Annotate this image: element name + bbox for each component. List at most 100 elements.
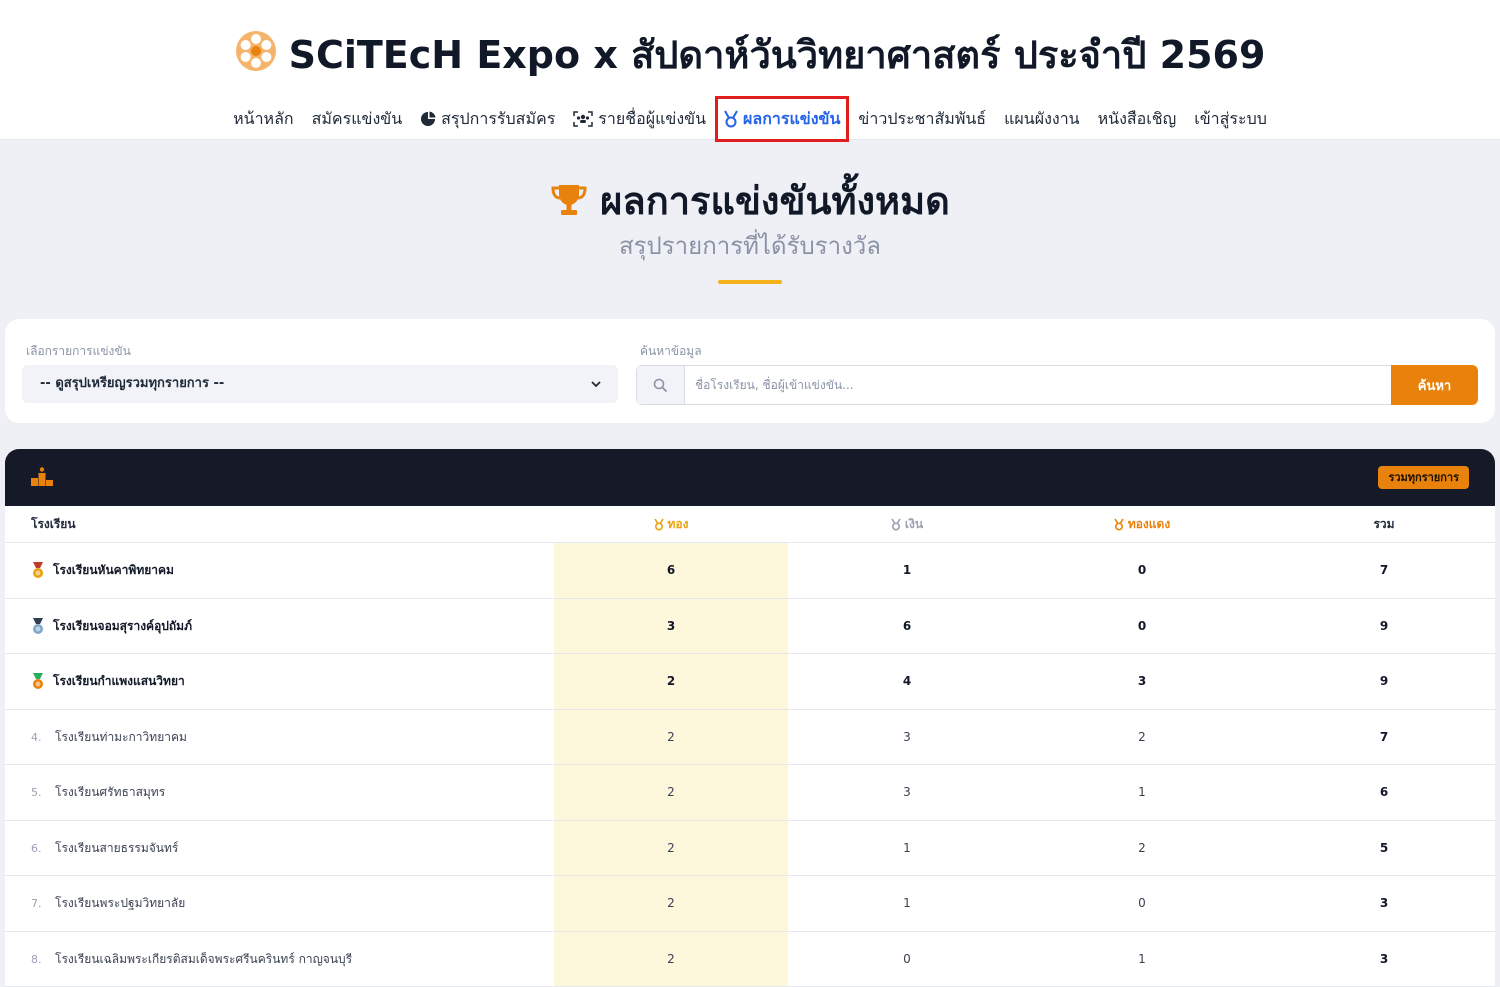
table-row: โรงเรียนหันคาพิทยาคม 6 1 0 7	[5, 543, 1495, 599]
filter-card: เลือกรายการแข่งขัน -- ดูสรุปเหรียญรวมทุก…	[5, 319, 1495, 423]
school-cell: โรงเรียนจอมสุรางค์อุปถัมภ์	[31, 599, 192, 654]
school-cell: โรงเรียนหันคาพิทยาคม	[31, 543, 174, 598]
atom-logo-icon	[235, 30, 276, 71]
school-name: โรงเรียนท่ามะกาวิทยาคม	[55, 729, 187, 744]
school-cell: 8. โรงเรียนเฉลิมพระเกียรติสมเด็จพระศรีนคร…	[31, 932, 352, 987]
table-row: 8. โรงเรียนเฉลิมพระเกียรติสมเด็จพระศรีนคร…	[5, 932, 1495, 987]
nav-item-invitation[interactable]: หนังสือเชิญ	[1089, 107, 1186, 131]
school-cell: 5. โรงเรียนศรัทธาสมุทร	[31, 765, 165, 820]
school-cell: 4. โรงเรียนท่ามะกาวิทยาคม	[31, 710, 187, 765]
silver-count-cell: 6	[902, 618, 912, 633]
results-table: รวมทุกรายการ โรงเรียน ทอง เงิน ทองแดง รว…	[5, 449, 1495, 987]
search-box	[636, 365, 1392, 405]
gold-medal-icon	[31, 562, 45, 579]
nav-item-competitors[interactable]: รายชื่อผู้แข่งขัน	[564, 107, 715, 131]
column-silver: เงิน	[807, 506, 1007, 543]
silver-count-cell: 1	[903, 840, 911, 855]
competition-select-label: เลือกรายการแข่งขัน	[26, 344, 131, 358]
medal-icon	[1114, 518, 1124, 531]
silver-count-cell: 0	[903, 951, 911, 966]
nav-item-event-map[interactable]: แผนผังงาน	[995, 107, 1089, 131]
nav-label: รายชื่อผู้แข่งขัน	[598, 109, 707, 128]
table-column-header: โรงเรียน ทอง เงิน ทองแดง รวม	[5, 506, 1495, 543]
total-count-cell: 9	[1379, 674, 1389, 688]
school-cell: โรงเรียนกำแพงแสนวิทยา	[31, 654, 185, 709]
nav-label: หนังสือเชิญ	[1097, 109, 1177, 128]
silver-count-cell: 1	[902, 563, 912, 577]
rank-number: 7.	[31, 897, 42, 910]
school-name: โรงเรียนหันคาพิทยาคม	[53, 563, 174, 577]
bronze-count-cell: 1	[1138, 951, 1146, 966]
rank-number: 8.	[31, 952, 42, 966]
gold-count-cell: 2	[667, 840, 675, 855]
podium-icon	[31, 467, 53, 486]
gold-count-cell: 2	[667, 729, 675, 744]
bronze-count-cell: 1	[1138, 785, 1146, 799]
title-underline	[718, 280, 782, 284]
nav-label: หน้าหลัก	[233, 109, 294, 128]
column-total-label: รวม	[1373, 517, 1395, 531]
table-row: 5. โรงเรียนศรัทธาสมุทร 2 3 1 6	[5, 765, 1495, 821]
gold-count-cell: 2	[667, 785, 675, 799]
gold-count-cell: 3	[666, 618, 676, 633]
total-count-cell: 6	[1379, 785, 1389, 799]
nav-label: สรุปการรับสมัคร	[441, 109, 556, 128]
bronze-count-cell: 3	[1137, 674, 1147, 688]
silver-count-cell: 3	[903, 729, 911, 744]
table-row: 7. โรงเรียนพระปฐมวิทยาลัย 2 1 0 3	[5, 876, 1495, 932]
table-row: โรงเรียนจอมสุรางค์อุปถัมภ์ 3 6 0 9	[5, 599, 1495, 654]
nav-label: ข่าวประชาสัมพันธ์	[858, 109, 987, 128]
gold-count-cell: 2	[667, 896, 675, 910]
site-title: SCiTEcH Expo x สัปดาห์วันวิทยาศาสตร์ ประ…	[288, 33, 1266, 77]
nav-item-results[interactable]: ผลการแข่งขัน	[715, 96, 850, 142]
pie-chart-icon	[421, 111, 436, 126]
nav-item-login[interactable]: เข้าสู่ระบบ	[1185, 107, 1276, 131]
total-count-cell: 9	[1379, 618, 1389, 633]
column-gold: ทอง	[571, 506, 771, 543]
school-name: โรงเรียนสายธรรมจันทร์	[55, 840, 179, 855]
school-name: โรงเรียนกำแพงแสนวิทยา	[53, 674, 185, 688]
chevron-down-icon	[591, 381, 601, 388]
nav-item-home[interactable]: หน้าหลัก	[224, 107, 303, 131]
rank-number: 4.	[31, 730, 42, 744]
medal-icon	[891, 518, 901, 531]
school-cell: 6. โรงเรียนสายธรรมจันทร์	[31, 821, 178, 876]
gold-count-cell: 2	[667, 951, 675, 966]
page-subtitle: สรุปรายการที่ได้รับรางวัล	[619, 232, 881, 260]
bronze-medal-icon	[31, 673, 45, 690]
total-count-cell: 7	[1379, 563, 1389, 577]
total-count-cell: 3	[1379, 896, 1389, 910]
search-icon-box	[637, 366, 685, 404]
nav-label: แผนผังงาน	[1004, 109, 1080, 128]
search-button[interactable]: ค้นหา	[1391, 365, 1478, 405]
gold-count-cell: 6	[666, 563, 676, 577]
nav-item-news[interactable]: ข่าวประชาสัมพันธ์	[849, 107, 995, 131]
rank-number: 6.	[31, 841, 42, 855]
total-count-cell: 5	[1379, 840, 1389, 855]
search-input[interactable]	[695, 366, 1375, 404]
nav-item-register[interactable]: สมัครแข่งขัน	[303, 107, 412, 131]
table-body: โรงเรียนหันคาพิทยาคม 6 1 0 7 โรงเรียนจอมสุราง…	[5, 543, 1495, 987]
nav-item-registration-summary[interactable]: สรุปการรับสมัคร	[411, 107, 564, 131]
nav-label: เข้าสู่ระบบ	[1194, 109, 1267, 128]
table-row: 4. โรงเรียนท่ามะกาวิทยาคม 2 3 2 7	[5, 710, 1495, 765]
school-cell: 7. โรงเรียนพระปฐมวิทยาลัย	[31, 876, 185, 931]
column-gold-label: ทอง	[667, 517, 689, 531]
competition-select-value: -- ดูสรุปเหรียญรวมทุกรายการ --	[40, 376, 225, 391]
column-total: รวม	[1284, 506, 1484, 543]
school-name: โรงเรียนศรัทธาสมุทร	[55, 785, 166, 799]
page-title-text: ผลการแข่งขันทั้งหมด	[600, 179, 950, 223]
column-silver-label: เงิน	[904, 517, 924, 531]
search-icon	[653, 378, 668, 392]
table-row: 6. โรงเรียนสายธรรมจันทร์ 2 1 2 5	[5, 821, 1495, 876]
site-header: SCiTEcH Expo x สัปดาห์วันวิทยาศาสตร์ ประ…	[0, 24, 1500, 85]
competition-select[interactable]: -- ดูสรุปเหรียญรวมทุกรายการ --	[22, 365, 618, 403]
users-icon	[573, 111, 594, 127]
silver-count-cell: 1	[903, 896, 911, 910]
school-name: โรงเรียนพระปฐมวิทยาลัย	[55, 896, 186, 910]
table-row: โรงเรียนกำแพงแสนวิทยา 2 4 3 9	[5, 654, 1495, 710]
school-name: โรงเรียนจอมสุรางค์อุปถัมภ์	[53, 618, 192, 633]
bronze-count-cell: 0	[1138, 896, 1146, 910]
total-count-cell: 7	[1379, 729, 1389, 744]
bronze-count-cell: 2	[1138, 729, 1146, 744]
